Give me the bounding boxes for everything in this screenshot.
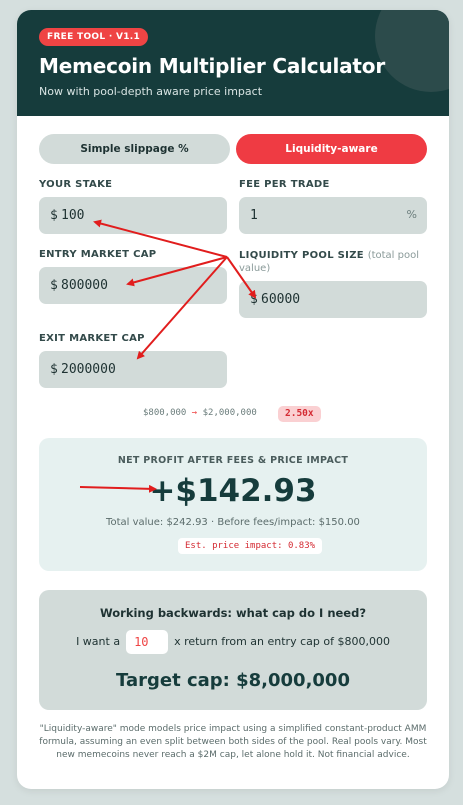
net-profit-value: +$142.93 (149, 473, 317, 509)
exit-cap-value: 2000000 (61, 362, 116, 377)
cap-range-summary: $800,000 → $2,000,000 (143, 408, 257, 418)
range-to: $2,000,000 (202, 408, 257, 418)
fee-value: 1 (250, 208, 258, 223)
range-arrow-icon: → (191, 408, 198, 418)
range-from: $800,000 (143, 408, 187, 418)
stake-value: 100 (61, 208, 85, 223)
return-prefix-text: I want a (76, 635, 121, 648)
return-input-row: I want a 10 x return from an entry cap of … (39, 630, 427, 654)
pool-size-value: 60000 (261, 292, 301, 307)
pool-size-input[interactable]: $ 60000 (239, 281, 427, 318)
entry-cap-value: 800000 (61, 278, 108, 293)
profit-detail: Total value: $242.93 · Before fees/impac… (106, 517, 360, 528)
target-cap-result: Target cap: $8,000,000 (116, 670, 350, 691)
currency-prefix: $ (50, 278, 58, 293)
calculator-card: FREE TOOL · V1.1 Memecoin Multiplier Cal… (17, 10, 449, 789)
net-profit-panel: NET PROFIT AFTER FEES & PRICE IMPACT +$1… (39, 438, 427, 571)
fee-input[interactable]: 1 % (239, 197, 427, 234)
stake-label: YOUR STAKE (39, 179, 113, 190)
working-backwards-title: Working backwards: what cap do I need? (99, 606, 367, 620)
mode-simple-button[interactable]: Simple slippage % (39, 134, 230, 164)
return-multiplier-input[interactable]: 10 (126, 630, 169, 654)
currency-prefix: $ (50, 208, 58, 223)
stake-input[interactable]: $ 100 (39, 197, 227, 234)
net-profit-label: NET PROFIT AFTER FEES & PRICE IMPACT (117, 455, 349, 466)
page-title: Memecoin Multiplier Calculator (39, 54, 385, 78)
header-decoration (375, 10, 449, 92)
fee-label: FEE PER TRADE (239, 179, 330, 190)
header: FREE TOOL · V1.1 Memecoin Multiplier Cal… (17, 10, 449, 116)
entry-cap-input[interactable]: $ 800000 (39, 267, 227, 304)
version-badge: FREE TOOL · V1.1 (39, 28, 149, 46)
mode-liquidity-button[interactable]: Liquidity-aware (236, 134, 427, 164)
pool-size-label: LIQUIDITY POOL SIZE (total pool value) (239, 249, 427, 275)
page-subtitle: Now with pool-depth aware price impact (39, 85, 263, 98)
currency-prefix: $ (50, 362, 58, 377)
return-suffix-text: x return from an entry cap of $800,000 (174, 635, 390, 648)
exit-cap-label: EXIT MARKET CAP (39, 333, 145, 344)
exit-cap-input[interactable]: $ 2000000 (39, 351, 227, 388)
disclaimer-text: "Liquidity-aware" mode models price impa… (39, 724, 427, 760)
percent-suffix: % (406, 208, 417, 221)
price-impact-badge: Est. price impact: 0.83% (178, 538, 323, 554)
entry-cap-label: ENTRY MARKET CAP (39, 249, 157, 260)
working-backwards-panel: Working backwards: what cap do I need? I… (39, 590, 427, 710)
pool-size-label-text: LIQUIDITY POOL SIZE (239, 250, 364, 261)
multiplier-badge: 2.50x (278, 406, 321, 422)
currency-prefix: $ (250, 292, 258, 307)
